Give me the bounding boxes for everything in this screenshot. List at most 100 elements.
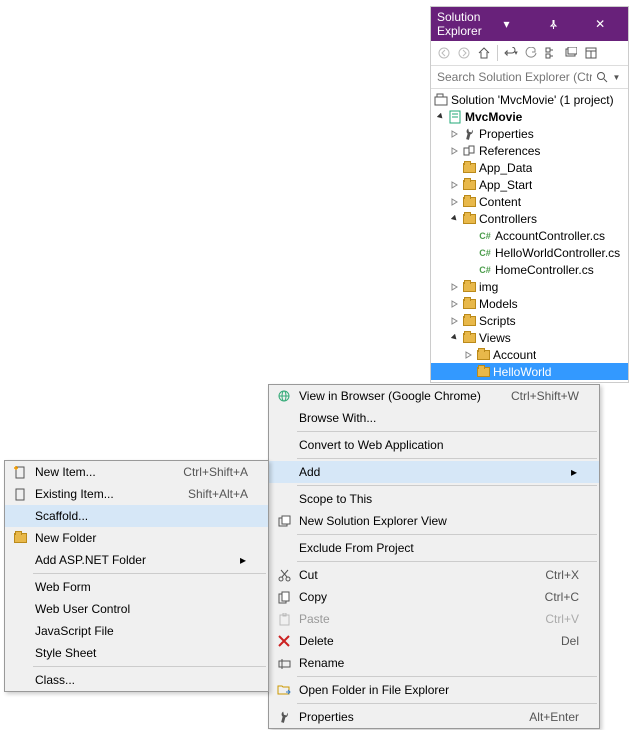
rename-icon xyxy=(273,654,295,672)
solution-tree: Solution 'MvcMovie' (1 project) MvcMovie… xyxy=(431,89,628,382)
tree-node-folder[interactable]: img xyxy=(431,278,628,295)
menu-properties[interactable]: PropertiesAlt+Enter xyxy=(269,706,599,728)
submenu-new-item[interactable]: New Item...Ctrl+Shift+A xyxy=(5,461,268,483)
dropdown-icon[interactable]: ▾ xyxy=(485,17,529,31)
collapse-icon[interactable] xyxy=(542,44,560,62)
tree-node-folder[interactable]: Account xyxy=(431,346,628,363)
expand-arrow-icon[interactable] xyxy=(449,332,461,344)
submenu-web-form[interactable]: Web Form xyxy=(5,576,268,598)
references-icon xyxy=(461,143,477,159)
menu-browse-with[interactable]: Browse With... xyxy=(269,407,599,429)
panel-toolbar: ▾ xyxy=(431,41,628,66)
properties-icon[interactable] xyxy=(582,44,600,62)
forward-icon[interactable] xyxy=(455,44,473,62)
delete-icon xyxy=(273,632,295,650)
submenu-asp-folder[interactable]: Add ASP.NET Folder▸ xyxy=(5,549,268,571)
panel-titlebar[interactable]: Solution Explorer ▾ ✕ xyxy=(431,7,628,41)
menu-separator xyxy=(33,666,266,667)
folder-icon xyxy=(461,279,477,295)
folder-icon xyxy=(9,529,31,547)
new-item-icon xyxy=(9,463,31,481)
close-icon[interactable]: ✕ xyxy=(578,17,622,31)
menu-separator xyxy=(297,561,597,562)
solution-icon xyxy=(433,92,449,108)
collapse-arrow-icon[interactable] xyxy=(449,179,461,191)
folder-icon xyxy=(461,313,477,329)
context-menu: View in Browser (Google Chrome)Ctrl+Shif… xyxy=(268,384,600,729)
tree-node-csfile[interactable]: C#HelloWorldController.cs xyxy=(431,244,628,261)
submenu-new-folder[interactable]: New Folder xyxy=(5,527,268,549)
collapse-arrow-icon[interactable] xyxy=(449,196,461,208)
tree-node-csfile[interactable]: C#AccountController.cs xyxy=(431,227,628,244)
csharp-icon: C# xyxy=(477,245,493,261)
tree-node-properties[interactable]: Properties xyxy=(431,125,628,142)
menu-separator xyxy=(297,458,597,459)
menu-scope[interactable]: Scope to This xyxy=(269,488,599,510)
show-all-icon[interactable] xyxy=(562,44,580,62)
solution-node[interactable]: Solution 'MvcMovie' (1 project) xyxy=(431,91,628,108)
tree-node-folder[interactable]: Content xyxy=(431,193,628,210)
collapse-arrow-icon[interactable] xyxy=(449,298,461,310)
csharp-icon: C# xyxy=(477,228,493,244)
menu-copy[interactable]: CopyCtrl+C xyxy=(269,586,599,608)
submenu-class[interactable]: Class... xyxy=(5,669,268,691)
search-icon[interactable] xyxy=(594,69,609,85)
back-icon[interactable] xyxy=(435,44,453,62)
menu-separator xyxy=(297,676,597,677)
search-dropdown-icon[interactable]: ▼ xyxy=(609,69,624,85)
home-icon[interactable] xyxy=(475,44,493,62)
menu-separator xyxy=(297,485,597,486)
menu-exclude[interactable]: Exclude From Project xyxy=(269,537,599,559)
copy-icon xyxy=(273,588,295,606)
add-submenu: New Item...Ctrl+Shift+A Existing Item...… xyxy=(4,460,269,692)
menu-convert[interactable]: Convert to Web Application xyxy=(269,434,599,456)
expand-arrow-icon[interactable] xyxy=(435,111,447,123)
submenu-existing-item[interactable]: Existing Item...Shift+Alt+A xyxy=(5,483,268,505)
menu-new-view[interactable]: New Solution Explorer View xyxy=(269,510,599,532)
folder-icon xyxy=(461,194,477,210)
submenu-scaffold[interactable]: Scaffold... xyxy=(5,505,268,527)
collapse-arrow-icon[interactable] xyxy=(449,281,461,293)
tree-node-references[interactable]: References xyxy=(431,142,628,159)
menu-cut[interactable]: CutCtrl+X xyxy=(269,564,599,586)
tree-node-folder[interactable]: App_Start xyxy=(431,176,628,193)
menu-add[interactable]: Add▸ xyxy=(269,461,599,483)
tree-node-controllers[interactable]: Controllers xyxy=(431,210,628,227)
folder-icon xyxy=(461,330,477,346)
folder-icon xyxy=(475,364,491,380)
menu-separator xyxy=(33,573,266,574)
menu-view-browser[interactable]: View in Browser (Google Chrome)Ctrl+Shif… xyxy=(269,385,599,407)
sync-icon[interactable]: ▾ xyxy=(502,44,520,62)
tree-node-csfile[interactable]: C#HomeController.cs xyxy=(431,261,628,278)
menu-paste: PasteCtrl+V xyxy=(269,608,599,630)
collapse-arrow-icon[interactable] xyxy=(449,315,461,327)
menu-delete[interactable]: DeleteDel xyxy=(269,630,599,652)
wrench-icon xyxy=(270,704,298,730)
expand-arrow-icon[interactable] xyxy=(449,213,461,225)
tree-node-folder[interactable]: Models xyxy=(431,295,628,312)
search-input[interactable] xyxy=(435,68,594,86)
menu-rename[interactable]: Rename xyxy=(269,652,599,674)
open-folder-icon xyxy=(273,681,295,699)
submenu-js-file[interactable]: JavaScript File xyxy=(5,620,268,642)
folder-icon xyxy=(461,160,477,176)
tree-node-folder[interactable]: App_Data xyxy=(431,159,628,176)
pin-icon[interactable] xyxy=(531,17,575,31)
tree-node-helloworld[interactable]: HelloWorld xyxy=(431,363,628,380)
tree-node-views[interactable]: Views xyxy=(431,329,628,346)
menu-separator xyxy=(297,431,597,432)
collapse-arrow-icon[interactable] xyxy=(449,145,461,157)
folder-icon xyxy=(461,177,477,193)
project-node[interactable]: MvcMovie xyxy=(431,108,628,125)
submenu-style-sheet[interactable]: Style Sheet xyxy=(5,642,268,664)
existing-item-icon xyxy=(9,485,31,503)
tree-node-folder[interactable]: Scripts xyxy=(431,312,628,329)
refresh-icon[interactable] xyxy=(522,44,540,62)
submenu-arrow-icon: ▸ xyxy=(569,465,579,479)
panel-title-text: Solution Explorer xyxy=(437,10,482,38)
menu-open-folder[interactable]: Open Folder in File Explorer xyxy=(269,679,599,701)
folder-icon xyxy=(461,211,477,227)
paste-icon xyxy=(273,610,295,628)
collapse-arrow-icon[interactable] xyxy=(463,349,475,361)
submenu-web-user[interactable]: Web User Control xyxy=(5,598,268,620)
